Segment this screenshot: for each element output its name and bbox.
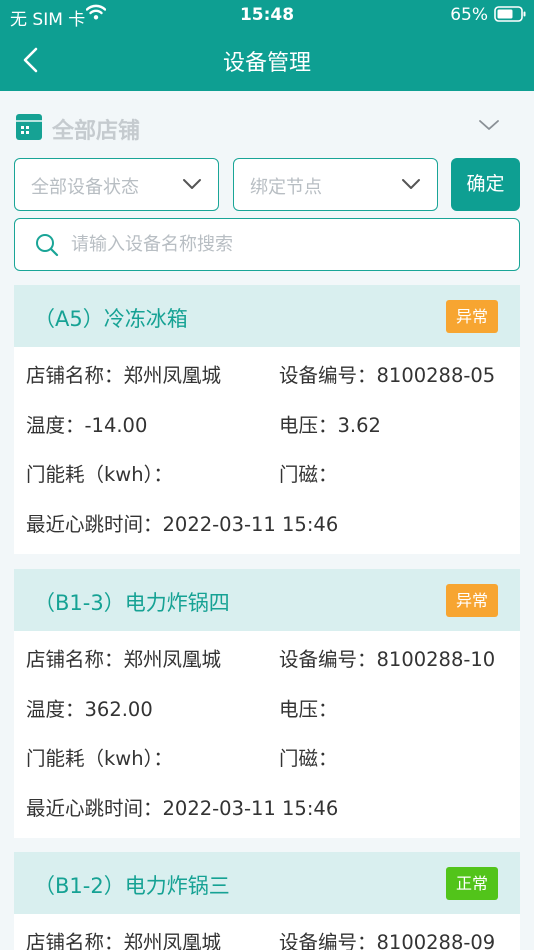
door-energy: 门能耗（kwh）： <box>26 463 173 486</box>
device-card-header: （A5）冷冻冰箱 异常 <box>14 285 520 347</box>
device-code: 设备编号：8100288-09 <box>279 931 496 950</box>
device-code: 设备编号：8100288-05 <box>279 364 496 387</box>
last-heartbeat: 最近心跳时间：2022-03-11 15:46 <box>26 797 339 820</box>
device-card-header: （B1-2）电力炸锅三 正常 <box>14 852 520 914</box>
device-name: （B1-2）电力炸锅三 <box>34 874 230 898</box>
last-heartbeat: 最近心跳时间：2022-03-11 15:46 <box>26 513 339 536</box>
store-icon <box>16 114 42 140</box>
store-name: 店铺名称：郑州凤凰城 <box>26 364 222 387</box>
voltage: 电压：3.62 <box>279 414 381 437</box>
store-name: 店铺名称：郑州凤凰城 <box>26 648 222 671</box>
battery-percent: 65% <box>450 5 488 25</box>
search-icon <box>36 234 59 257</box>
device-name: （A5）冷冻冰箱 <box>34 307 188 331</box>
device-card-header: （B1-3）电力炸锅四 异常 <box>14 569 520 631</box>
door-magnet: 门磁： <box>279 463 338 486</box>
device-card[interactable]: （B1-3）电力炸锅四 异常 店铺名称：郑州凤凰城 设备编号：8100288-1… <box>14 569 520 838</box>
device-name: （B1-3）电力炸锅四 <box>34 591 230 615</box>
device-card[interactable]: （A5）冷冻冰箱 异常 店铺名称：郑州凤凰城 设备编号：8100288-05 温… <box>14 285 520 554</box>
bind-node-dropdown[interactable]: 绑定节点 <box>233 158 438 211</box>
temperature: 温度：-14.00 <box>26 414 148 437</box>
search-input[interactable] <box>71 229 501 259</box>
battery-icon <box>494 6 526 22</box>
status-badge: 正常 <box>445 867 498 900</box>
app-header: 无 SIM 卡 15:48 65% 设备管理 <box>0 0 534 91</box>
chevron-down-icon <box>402 179 420 189</box>
store-name: 店铺名称：郑州凤凰城 <box>26 931 222 950</box>
chevron-down-icon <box>479 120 499 130</box>
status-badge: 异常 <box>445 584 498 617</box>
status-bar: 无 SIM 卡 15:48 65% <box>0 0 534 30</box>
device-status-value: 全部设备状态 <box>31 177 139 198</box>
confirm-button[interactable]: 确定 <box>451 158 520 211</box>
status-badge: 异常 <box>445 300 498 333</box>
device-status-dropdown[interactable]: 全部设备状态 <box>14 158 219 211</box>
voltage: 电压： <box>279 698 338 721</box>
chevron-down-icon <box>183 179 201 189</box>
store-selector[interactable]: 全部店铺 <box>14 110 520 146</box>
bind-node-value: 绑定节点 <box>250 177 322 198</box>
device-code: 设备编号：8100288-10 <box>279 648 496 671</box>
page-title: 设备管理 <box>222 51 311 76</box>
search-bar <box>14 218 520 271</box>
device-card[interactable]: （B1-2）电力炸锅三 正常 店铺名称：郑州凤凰城 设备编号：8100288-0… <box>14 852 520 950</box>
store-filter-label: 全部店铺 <box>52 119 141 144</box>
door-magnet: 门磁： <box>279 747 338 770</box>
temperature: 温度：362.00 <box>26 698 153 721</box>
door-energy: 门能耗（kwh）： <box>26 747 173 770</box>
